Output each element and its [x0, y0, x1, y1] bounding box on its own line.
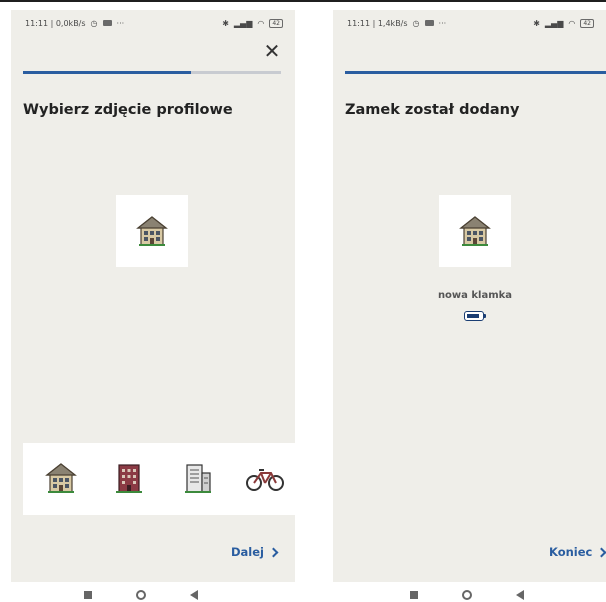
battery-level	[467, 313, 479, 318]
house-icon	[136, 216, 168, 246]
home-button[interactable]	[462, 590, 472, 600]
profile-photo-screen: 11:11 | 0,0kB/s ◷ ··· ✱ ▂▄▆ ◠ 42 ✕ Wybie…	[11, 10, 295, 582]
wifi-icon: ◠	[257, 18, 265, 28]
top-border	[0, 0, 606, 2]
back-button[interactable]	[190, 590, 198, 600]
picker-option-house[interactable]	[41, 455, 81, 501]
status-bar: 11:11 | 1,4kB/s ◷ ··· ✱ ▂▄▆ ◠ 42	[333, 10, 606, 36]
wifi-icon: ◠	[568, 18, 576, 28]
recents-button[interactable]	[84, 591, 92, 599]
lock-avatar	[439, 195, 511, 267]
battery-status: 42	[269, 18, 283, 28]
finish-button[interactable]: Koniec	[549, 545, 606, 559]
next-button[interactable]: Dalej	[231, 545, 279, 559]
message-icon	[424, 20, 434, 26]
alarm-icon: ◷	[90, 18, 98, 28]
status-time: 11:11 | 0,0kB/s	[25, 18, 86, 28]
chevron-right-icon	[268, 547, 279, 558]
picker-option-red-apartment[interactable]	[109, 455, 149, 501]
next-label: Dalej	[231, 545, 264, 559]
bicycle-icon	[246, 469, 284, 491]
back-button[interactable]	[516, 590, 524, 600]
progress-fill	[23, 71, 191, 74]
finish-label: Koniec	[549, 545, 593, 559]
status-time: 11:11 | 1,4kB/s	[347, 18, 408, 28]
picker-option-office-building[interactable]	[178, 455, 218, 501]
progress-bar	[23, 71, 281, 74]
signal-icon: ▂▄▆	[544, 18, 564, 28]
home-button[interactable]	[136, 590, 146, 600]
status-bar: 11:11 | 0,0kB/s ◷ ··· ✱ ▂▄▆ ◠ 42	[11, 10, 295, 36]
picker-option-bicycle[interactable]	[245, 455, 285, 501]
more-icon: ···	[438, 18, 447, 28]
system-nav-bar	[84, 588, 198, 602]
progress-fill	[345, 71, 606, 74]
progress-bar	[345, 71, 606, 74]
red-apartment-icon	[116, 464, 142, 493]
recents-button[interactable]	[410, 591, 418, 599]
device-name: nowa klamka	[437, 290, 513, 301]
selected-avatar	[116, 195, 188, 267]
alarm-icon: ◷	[412, 18, 420, 28]
bluetooth-icon: ✱	[222, 18, 229, 28]
battery-status: 42	[580, 18, 594, 28]
avatar-picker[interactable]	[23, 443, 295, 515]
system-nav-bar	[410, 588, 524, 602]
page-title: Wybierz zdjęcie profilowe	[23, 102, 233, 118]
more-icon: ···	[116, 18, 125, 28]
lock-added-screen: 11:11 | 1,4kB/s ◷ ··· ✱ ▂▄▆ ◠ 42 Zamek z…	[333, 10, 606, 582]
close-button[interactable]: ✕	[261, 40, 283, 62]
message-icon	[102, 20, 112, 26]
house-icon	[459, 216, 491, 246]
signal-icon: ▂▄▆	[233, 18, 253, 28]
bluetooth-icon: ✱	[533, 18, 540, 28]
lock-battery-icon	[464, 311, 486, 321]
office-building-icon	[185, 464, 211, 493]
page-title: Zamek został dodany	[345, 102, 520, 118]
house-icon	[45, 463, 77, 493]
chevron-right-icon	[596, 547, 606, 558]
